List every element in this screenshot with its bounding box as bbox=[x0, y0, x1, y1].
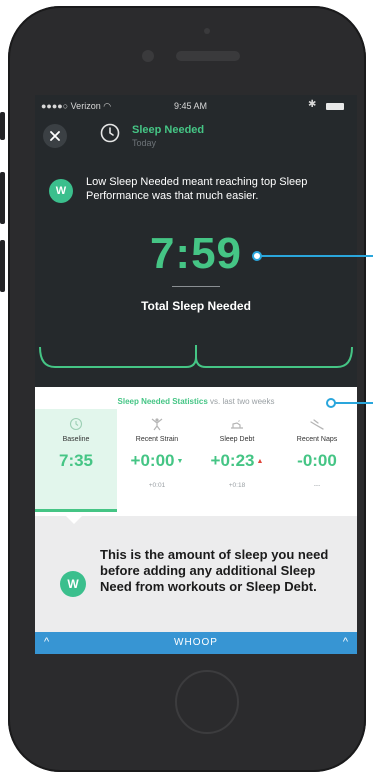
battery-icon bbox=[326, 103, 344, 110]
whoop-badge-icon: W bbox=[49, 179, 73, 203]
status-time: 9:45 AM bbox=[174, 101, 208, 111]
app-screen: ●●●●○ Verizon ◠ 9:45 AM ✱ Sleep Needed T… bbox=[35, 95, 357, 654]
bracket-connector bbox=[39, 345, 353, 368]
volume-up-button bbox=[0, 172, 5, 224]
brand-label: WHOOP bbox=[174, 637, 218, 648]
callout-marker bbox=[252, 251, 262, 261]
whoop-badge-icon: W bbox=[60, 571, 86, 597]
stat-value: 7:35 bbox=[58, 451, 94, 470]
nap-icon bbox=[310, 419, 324, 430]
stat-sleep-debt[interactable]: z Sleep Debt +0:23 ▲ +0:18 bbox=[197, 409, 277, 512]
sensor-dot bbox=[204, 28, 210, 34]
stat-label: Sleep Debt bbox=[219, 436, 255, 443]
stat-comparison: +0:18 bbox=[228, 482, 246, 489]
stats-header: Sleep Needed Statistics vs. last two wee… bbox=[35, 397, 357, 406]
trend-up-icon: ▲ bbox=[256, 458, 264, 466]
stats-header-comparison: vs. last two weeks bbox=[207, 397, 275, 406]
wifi-icon: ◠ bbox=[103, 101, 112, 111]
clock-icon bbox=[100, 123, 120, 143]
info-caret bbox=[66, 516, 82, 524]
stat-recent-naps[interactable]: Recent Naps -0:00 --- bbox=[277, 409, 357, 512]
mute-switch bbox=[0, 112, 5, 140]
svg-text:z: z bbox=[238, 418, 240, 423]
callout-line bbox=[335, 402, 373, 404]
stat-label: Recent Strain bbox=[135, 436, 179, 443]
stat-value: -0:00 bbox=[297, 451, 337, 470]
stats-panel: Sleep Needed Statistics vs. last two wee… bbox=[35, 387, 357, 516]
trend-down-icon: ▼ bbox=[176, 458, 184, 466]
volume-down-button bbox=[0, 240, 5, 292]
selected-indicator bbox=[35, 509, 117, 512]
stat-label: Baseline bbox=[62, 436, 90, 443]
chevron-up-icon[interactable]: ^ bbox=[343, 636, 348, 648]
close-icon bbox=[50, 131, 60, 141]
insight-text: Low Sleep Needed meant reaching top Slee… bbox=[86, 176, 308, 202]
stat-recent-strain[interactable]: Recent Strain +0:00 ▼ +0:01 bbox=[117, 409, 197, 512]
clock-icon bbox=[69, 417, 83, 431]
stat-baseline[interactable]: Baseline 7:35 bbox=[35, 409, 117, 512]
close-button[interactable] bbox=[43, 124, 67, 148]
stat-label: Recent Naps bbox=[296, 436, 338, 443]
home-button[interactable] bbox=[175, 670, 239, 734]
total-sleep-needed-value: 7:59 bbox=[149, 229, 243, 278]
info-panel: W This is the amount of sleep you need b… bbox=[35, 516, 357, 632]
carrier-label: ●●●●○ Verizon bbox=[41, 101, 104, 111]
stat-value: +0:23 bbox=[210, 451, 255, 470]
stat-value: +0:00 bbox=[130, 451, 175, 470]
callout-line bbox=[261, 255, 373, 257]
strain-figure-icon bbox=[151, 418, 163, 431]
bottom-bar[interactable]: ^ WHOOP ^ bbox=[35, 632, 357, 654]
stats-header-title: Sleep Needed Statistics bbox=[117, 397, 208, 406]
total-sleep-needed-label: Total Sleep Needed bbox=[141, 299, 251, 313]
stat-comparison: +0:01 bbox=[148, 482, 166, 489]
info-text: This is the amount of sleep you need bef… bbox=[100, 547, 329, 594]
status-bar: ●●●●○ Verizon ◠ 9:45 AM ✱ bbox=[35, 95, 357, 113]
page-subtitle: Today bbox=[132, 138, 157, 148]
sleep-debt-icon: z bbox=[231, 418, 243, 429]
earpiece-speaker bbox=[176, 51, 240, 61]
bluetooth-icon: ✱ bbox=[308, 99, 317, 110]
callout-marker bbox=[326, 398, 336, 408]
front-camera bbox=[142, 50, 154, 62]
stat-comparison: --- bbox=[313, 482, 321, 489]
divider bbox=[172, 286, 220, 287]
page-title: Sleep Needed bbox=[132, 124, 205, 136]
